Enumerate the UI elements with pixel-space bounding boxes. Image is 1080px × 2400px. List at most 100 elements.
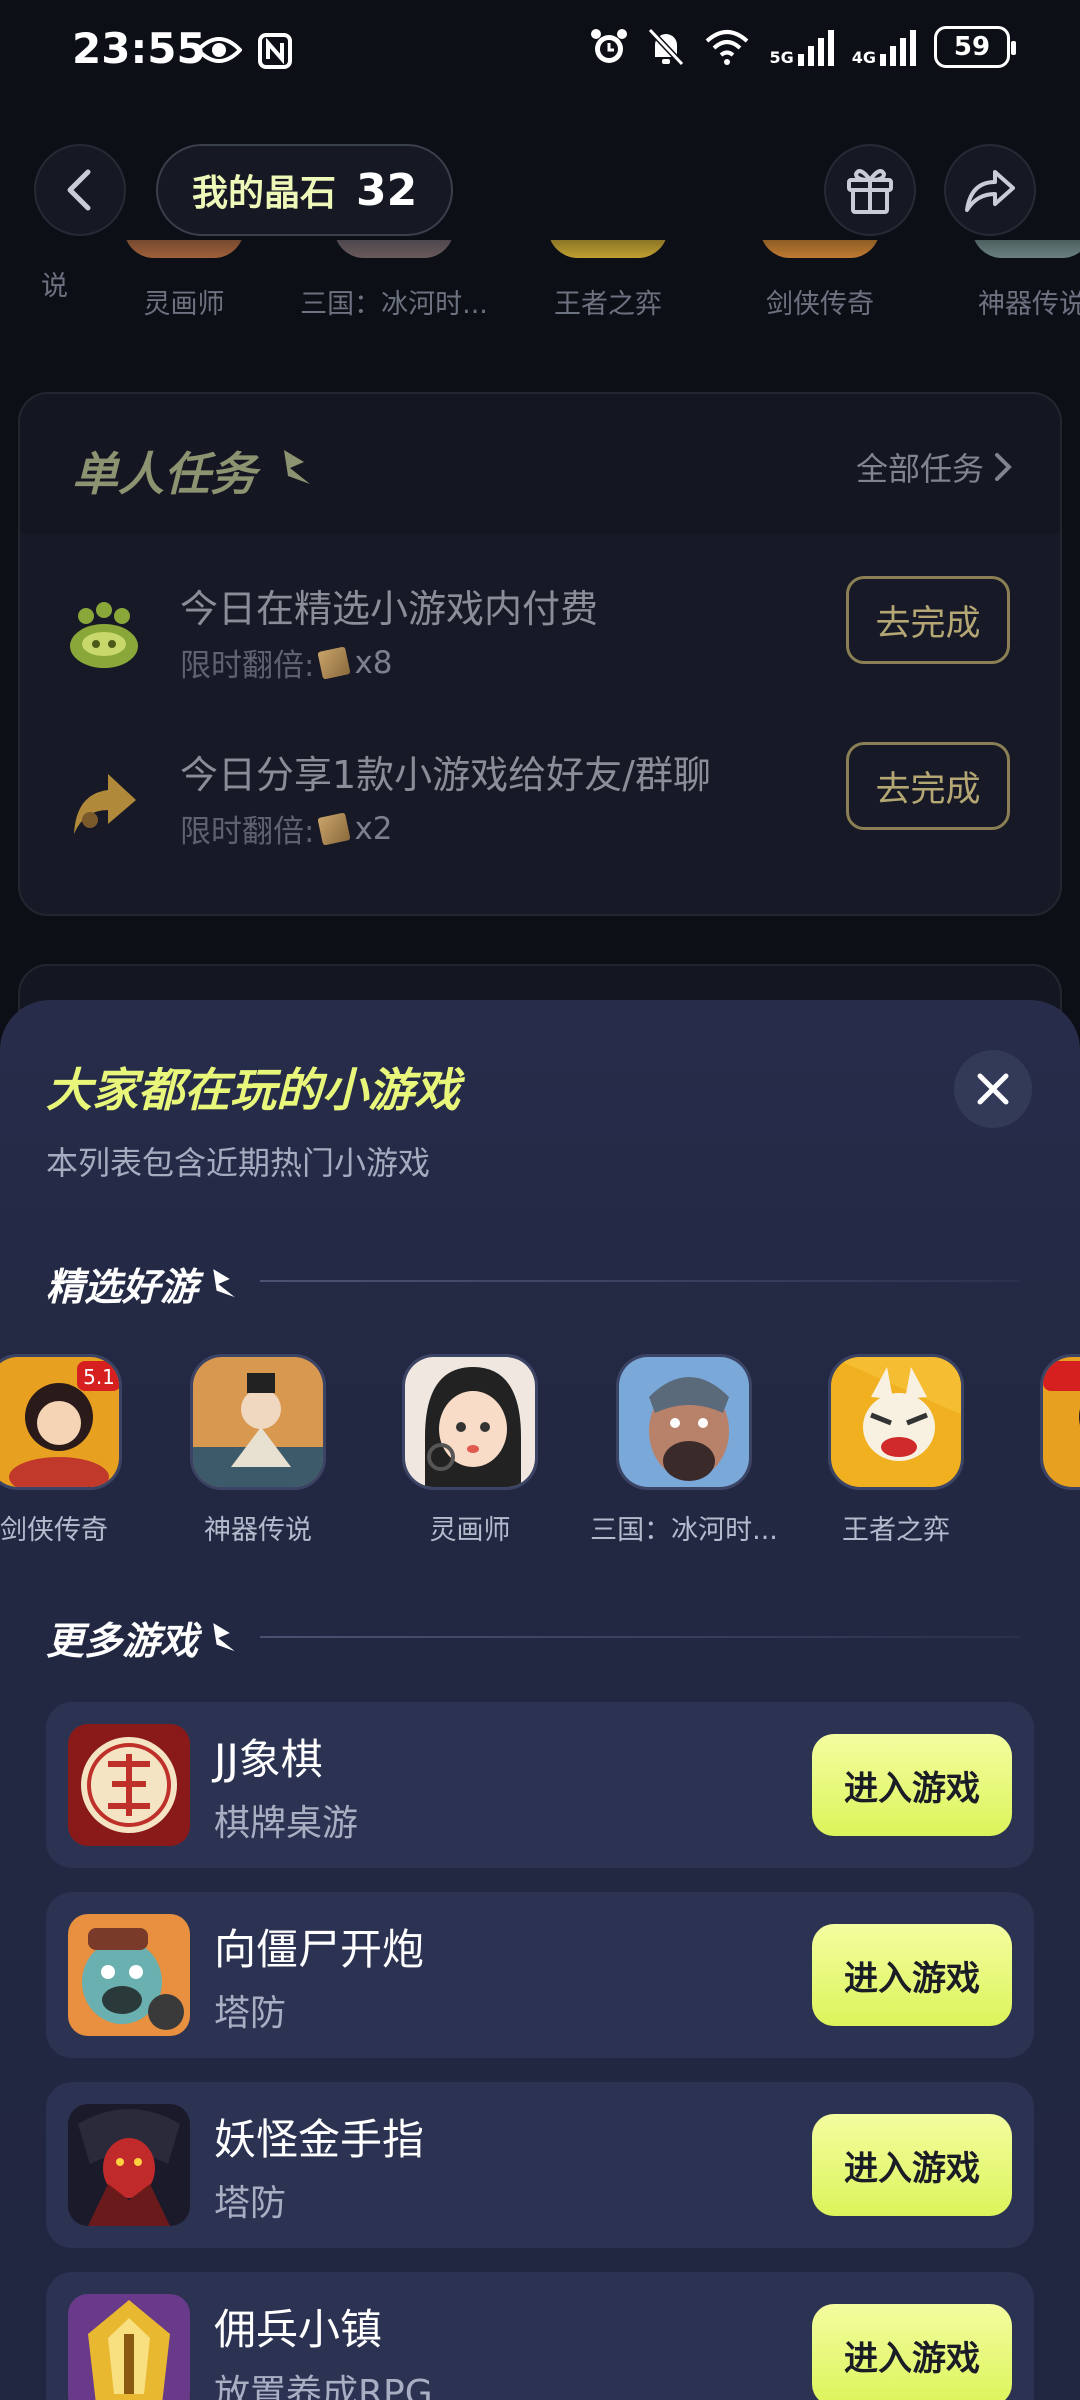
game-art (619, 1357, 749, 1487)
game-icon (68, 1724, 190, 1846)
task-bonus: 限时翻倍: x8 (180, 640, 393, 685)
zombie-game-art (68, 1914, 190, 2036)
game-category: 塔防 (214, 2183, 287, 2224)
strip-item[interactable]: 三国：冰河时... (294, 240, 494, 321)
bonus-multiplier: x2 (354, 810, 393, 847)
divider (260, 1636, 1020, 1638)
strip-label: 剑侠传奇 (766, 289, 874, 320)
strip-label: 灵画师 (143, 289, 225, 320)
game-icon (68, 2104, 190, 2226)
gem-label: 我的晶石 (192, 173, 337, 214)
flag-arrow-icon (284, 450, 310, 484)
all-tasks-link[interactable]: 全部任务 (856, 444, 1012, 490)
game-thumb (124, 240, 244, 258)
back-button[interactable] (34, 144, 126, 236)
demon-game-art (68, 2104, 190, 2226)
featured-game[interactable]: 神器传说 (158, 1354, 358, 1547)
featured-game[interactable]: 王者之弈 (796, 1354, 996, 1547)
status-time: 23:55 (72, 24, 206, 73)
strip-item[interactable]: 王者之弈 (508, 240, 708, 321)
bonus-label: 限时翻倍: (180, 814, 315, 850)
featured-game[interactable]: 剑 (1008, 1354, 1080, 1547)
signal-5g: 5G (769, 28, 834, 67)
game-card[interactable]: JJ象棋 棋牌桌游 进入游戏 (46, 1702, 1034, 1868)
game-category: 放置养成RPG (214, 2373, 433, 2400)
game-category: 棋牌桌游 (214, 1803, 359, 1844)
game-icon (68, 1914, 190, 2036)
featured-games-row: 5.1 剑侠传奇 神器传说 灵画师 三国：冰河时... 王者之弈 (0, 1354, 1080, 1554)
game-art (405, 1357, 535, 1487)
strip-item[interactable]: 神器传说 (932, 240, 1080, 321)
chevron-left-icon (67, 169, 91, 211)
game-icon: 5.1 (0, 1354, 122, 1490)
strip-label: 三国：冰河时... (300, 289, 488, 320)
task-row: 今日分享1款小游戏给好友/群聊 限时翻倍: x2 去完成 (20, 730, 1060, 870)
chinese-chess-icon (68, 1724, 190, 1846)
share-arrow-icon (74, 774, 136, 834)
signal-icon (797, 30, 834, 66)
game-icon (68, 2294, 190, 2400)
featured-heading: 精选好游 (46, 1256, 238, 1311)
game-icon (190, 1354, 326, 1490)
nfc-icon (258, 33, 292, 69)
featured-game-label: 灵画师 (429, 1515, 511, 1546)
status-icons: 5G 4G 59 (589, 26, 1016, 68)
strip-item[interactable]: 剑侠传奇 (720, 240, 920, 321)
featured-game[interactable]: 5.1 剑侠传奇 (0, 1354, 154, 1547)
alarm-icon (591, 29, 628, 63)
close-button[interactable] (954, 1050, 1032, 1128)
game-card[interactable]: 向僵尸开炮 塔防 进入游戏 (46, 1892, 1034, 2058)
enter-game-button[interactable]: 进入游戏 (812, 1924, 1012, 2026)
game-thumb (760, 240, 880, 258)
enter-game-button[interactable]: 进入游戏 (812, 1734, 1012, 1836)
battery-indicator: 59 (934, 26, 1016, 68)
badge-text: 5.1 (83, 1365, 115, 1389)
enter-game-button[interactable]: 进入游戏 (812, 2304, 1012, 2400)
close-icon (977, 1073, 1009, 1105)
task-row: 今日在精选小游戏内付费 限时翻倍: x8 去完成 (20, 564, 1060, 704)
wifi-icon (706, 30, 749, 65)
flag-arrow-icon (213, 1268, 235, 1297)
go-complete-button[interactable]: 去完成 (846, 576, 1010, 664)
game-art: 5.1 (0, 1357, 119, 1487)
gem-balance[interactable]: 我的晶石 32 (156, 144, 454, 236)
featured-game-label: 三国：冰河时... (590, 1515, 778, 1546)
gem-icon (317, 811, 352, 846)
game-thumb (334, 240, 454, 258)
game-card[interactable]: 佣兵小镇 放置养成RPG 进入游戏 (46, 2272, 1034, 2400)
go-complete-button[interactable]: 去完成 (846, 742, 1010, 830)
game-card[interactable]: 妖怪金手指 塔防 进入游戏 (46, 2082, 1034, 2248)
share-button[interactable] (944, 144, 1036, 236)
game-category: 塔防 (214, 1993, 287, 2034)
game-name: JJ象棋 (214, 1735, 323, 1784)
enter-game-button[interactable]: 进入游戏 (812, 2114, 1012, 2216)
strip-item[interactable]: 灵画师 (84, 240, 284, 321)
more-games-heading-label: 更多游戏 (46, 1619, 199, 1663)
game-art (831, 1357, 961, 1487)
eye-icon (196, 37, 242, 63)
task-list: 今日在精选小游戏内付费 限时翻倍: x8 去完成 今日分享1款小游戏给好友/群聊… (20, 534, 1060, 914)
featured-game-label: 王者之弈 (842, 1515, 950, 1546)
more-games-heading: 更多游戏 (46, 1610, 238, 1665)
game-icon (828, 1354, 964, 1490)
strip-label: 神器传说 (978, 289, 1080, 320)
game-icon (616, 1354, 752, 1490)
status-bar: 23:55 5G 4G 59 (0, 0, 1080, 105)
share-arrow-icon (965, 170, 1015, 212)
gift-button[interactable] (824, 144, 916, 236)
featured-game[interactable]: 三国：冰河时... (584, 1354, 784, 1547)
game-name: 妖怪金手指 (214, 2115, 425, 2164)
featured-game[interactable]: 灵画师 (370, 1354, 570, 1547)
featured-game-label: 神器传说 (204, 1515, 312, 1546)
popular-games-sheet: 大家都在玩的小游戏 本列表包含近期热门小游戏 精选好游 5.1 剑侠传奇 神器传… (0, 1000, 1080, 2400)
net-type-label: 5G (769, 48, 794, 67)
sheet-title: 大家都在玩的小游戏 (46, 1063, 460, 1117)
task-name: 今日在精选小游戏内付费 (180, 587, 599, 631)
game-thumb (972, 240, 1080, 258)
mercenary-game-art (68, 2294, 190, 2400)
featured-game-label: 剑 (1008, 1508, 1080, 1547)
gem-icon (317, 645, 352, 680)
game-name: 佣兵小镇 (214, 2305, 383, 2354)
gem-count: 32 (356, 164, 418, 216)
bonus-label: 限时翻倍: (180, 648, 315, 684)
